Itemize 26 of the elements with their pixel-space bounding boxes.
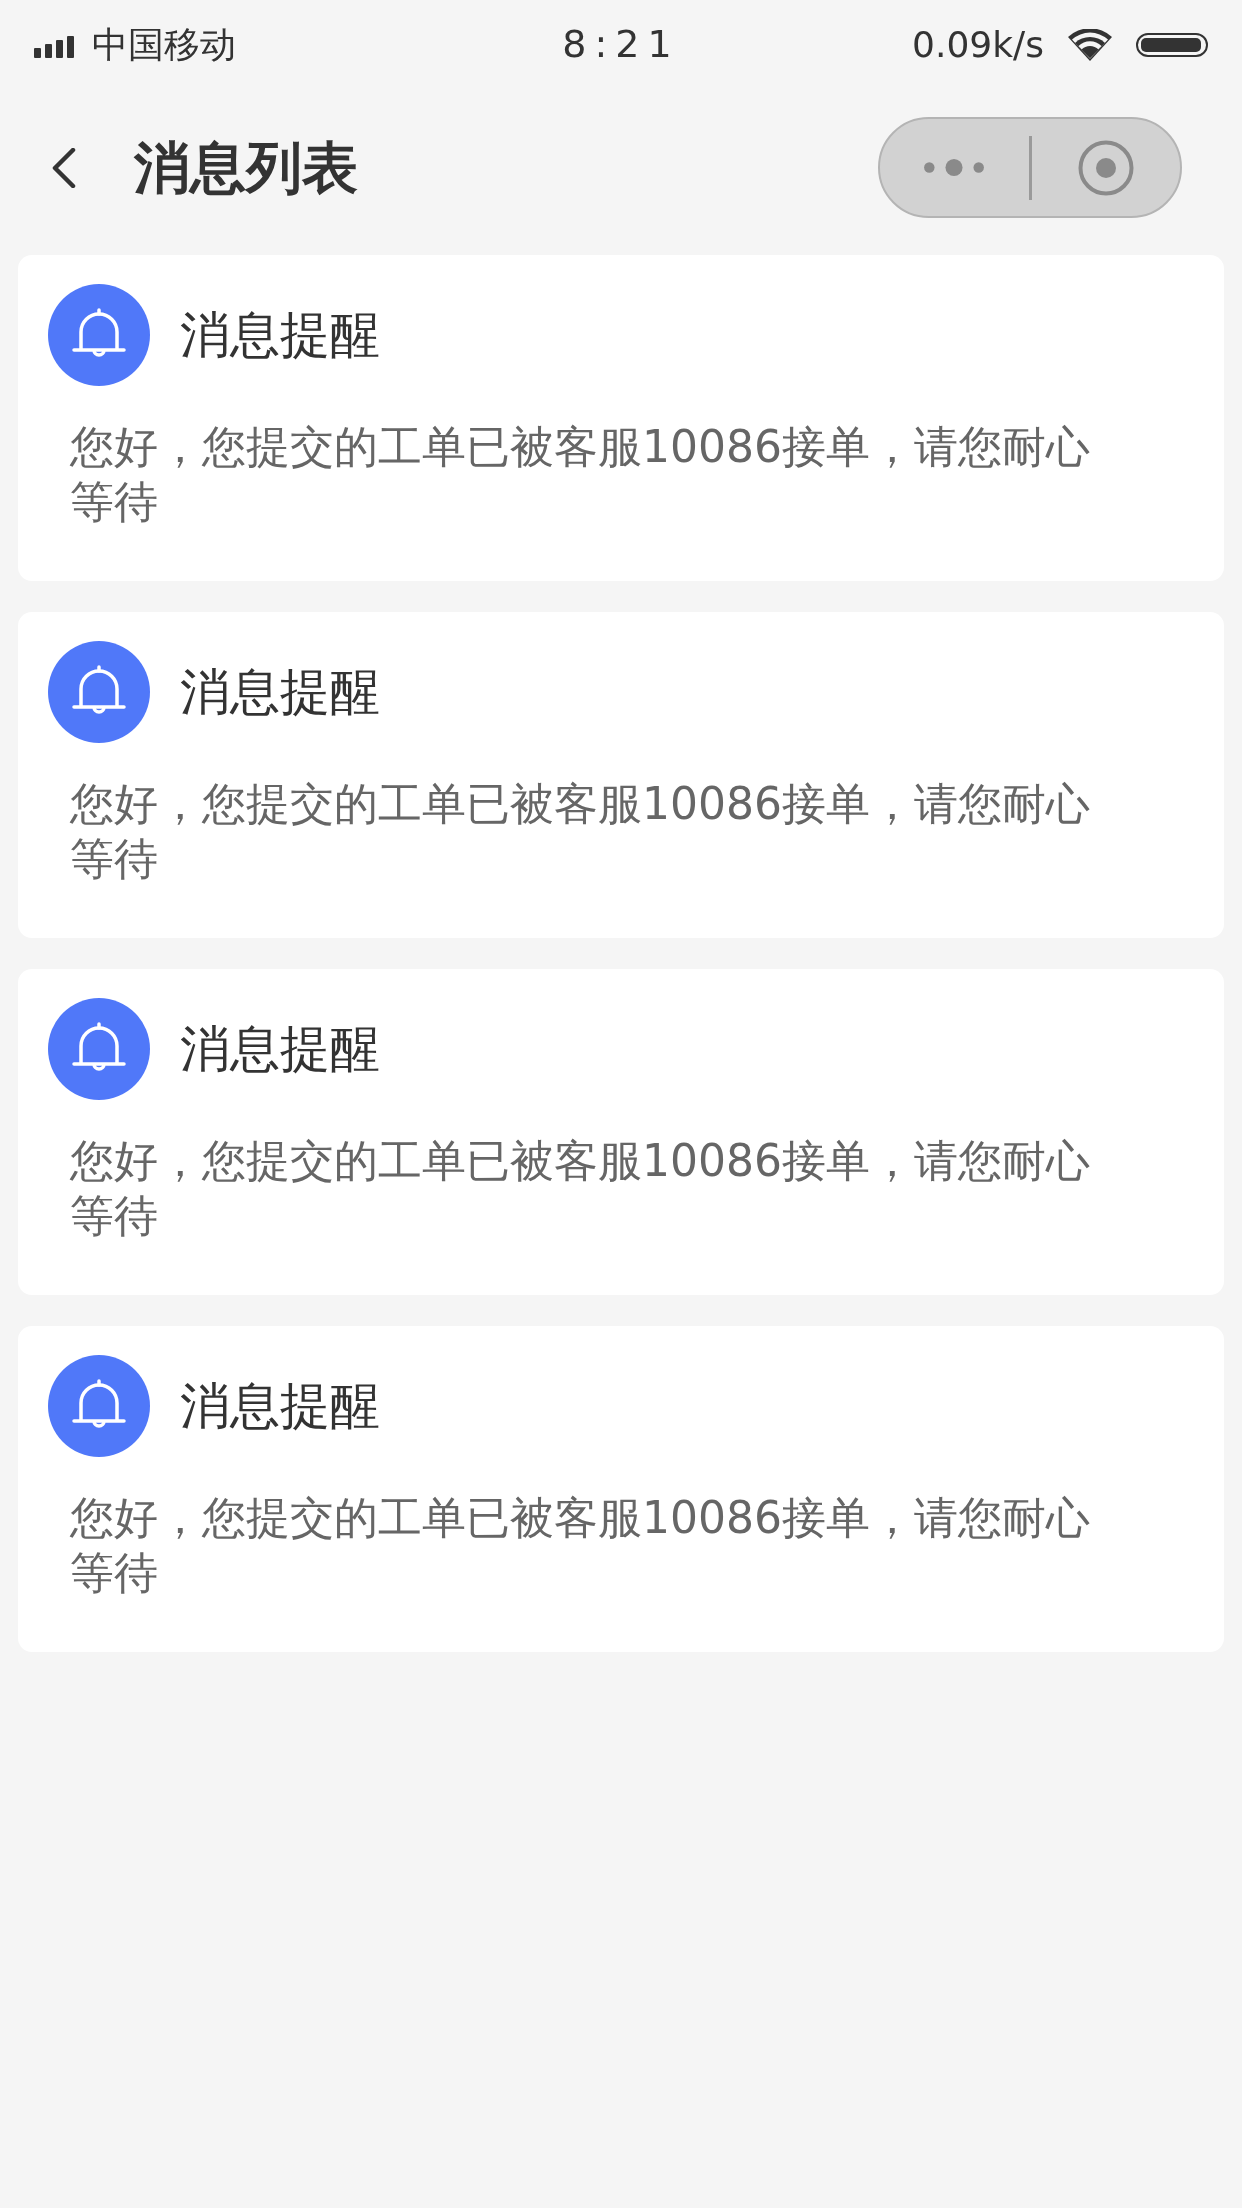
message-title: 消息提醒: [180, 662, 380, 722]
chevron-left-icon: [52, 147, 76, 188]
message-card[interactable]: 消息提醒 您好，您提交的工单已被客服10086接单，请您耐心等待: [18, 255, 1224, 581]
message-text: 您好，您提交的工单已被客服10086接单，请您耐心等待: [70, 1491, 1091, 1600]
message-card[interactable]: 消息提醒 您好，您提交的工单已被客服10086接单，请您耐心等待: [18, 969, 1224, 1295]
message-text: 您好，您提交的工单已被客服10086接单，请您耐心等待: [70, 1134, 1091, 1243]
message-card[interactable]: 消息提醒 您好，您提交的工单已被客服10086接单，请您耐心等待: [18, 1326, 1224, 1652]
network-speed: 0.09k/s: [912, 23, 1044, 67]
bell-icon: [48, 998, 150, 1100]
status-time: 8:21: [562, 22, 680, 68]
bell-icon: [48, 1355, 150, 1457]
dots-icon: [923, 158, 986, 177]
signal-icon: [34, 36, 74, 58]
message-text: 您好，您提交的工单已被客服10086接单，请您耐心等待: [70, 420, 1091, 529]
carrier-name: 中国移动: [92, 23, 236, 67]
message-title: 消息提醒: [180, 305, 380, 365]
message-text: 您好，您提交的工单已被客服10086接单，请您耐心等待: [70, 777, 1091, 886]
circle-dot-icon: [1077, 139, 1134, 196]
page-title: 消息列表: [134, 133, 358, 202]
message-title: 消息提醒: [180, 1376, 380, 1436]
wifi-icon: [1068, 29, 1112, 61]
message-title: 消息提醒: [180, 1019, 380, 1079]
bell-icon: [48, 284, 150, 386]
message-card[interactable]: 消息提醒 您好，您提交的工单已被客服10086接单，请您耐心等待: [18, 612, 1224, 938]
bell-icon: [48, 641, 150, 743]
battery-icon: [1136, 33, 1208, 57]
